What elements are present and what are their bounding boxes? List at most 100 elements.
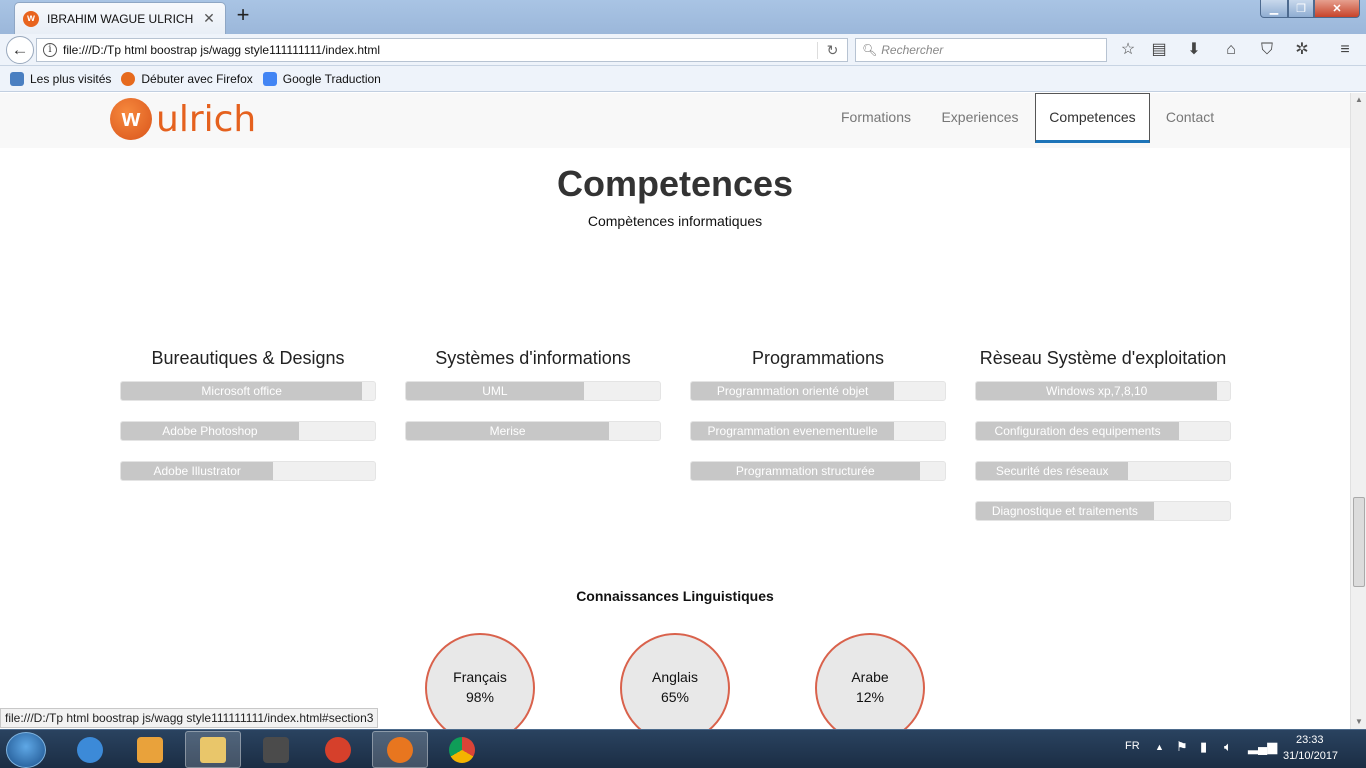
download-icon[interactable]: ⬇ bbox=[1183, 40, 1205, 60]
volume-icon[interactable]: 🔈︎ bbox=[1224, 739, 1232, 755]
tab-close-icon[interactable]: ✕ bbox=[201, 10, 217, 27]
bookmark-most-visited[interactable]: Les plus visités bbox=[10, 71, 112, 86]
skill-bar: Programmation evenementuelle bbox=[690, 421, 946, 441]
skill-column: Bureautiques & Designs Microsoft office Ad… bbox=[120, 347, 376, 481]
browser-tab[interactable]: w IBRAHIM WAGUE ULRICH ✕ bbox=[14, 2, 226, 34]
menu-icon[interactable]: ≡ bbox=[1334, 40, 1356, 60]
browser-titlebar: w IBRAHIM WAGUE ULRICH ✕ + ▁ ❐ ✕ bbox=[0, 0, 1366, 34]
back-button[interactable]: ← bbox=[6, 36, 34, 64]
sublime-text-icon bbox=[263, 736, 289, 763]
window-close-button[interactable]: ✕ bbox=[1314, 0, 1360, 18]
language-name: Français bbox=[453, 669, 507, 685]
search-input[interactable]: 🔍︎ Rechercher bbox=[855, 38, 1107, 62]
skill-group-title: Bureautiques & Designs bbox=[151, 348, 345, 368]
skill-group-title: Rèseau Système d'exploitation bbox=[979, 348, 1227, 368]
action-center-icon[interactable]: ⚑ bbox=[1176, 739, 1188, 755]
section-subtitle: Compètences informatiques bbox=[587, 213, 763, 229]
taskbar-chrome[interactable] bbox=[434, 731, 490, 768]
page-scrollbar[interactable]: ▲ ▼ bbox=[1350, 93, 1366, 729]
app-icon bbox=[325, 736, 351, 763]
reload-icon[interactable]: ↻ bbox=[817, 41, 847, 59]
bookmark-google-translate[interactable]: Google Traduction bbox=[262, 71, 381, 86]
language-indicator[interactable]: FR bbox=[1125, 740, 1140, 752]
skill-bar: Adobe Illustrator bbox=[120, 461, 376, 481]
skill-bar: Diagnostique et traitements bbox=[975, 501, 1231, 521]
address-bar[interactable]: i file:///D:/Tp html boostrap js/wagg st… bbox=[36, 38, 848, 62]
media-player-icon bbox=[137, 736, 163, 763]
pocket-icon[interactable]: ⛉ bbox=[1256, 40, 1278, 60]
scroll-up-icon[interactable]: ▲ bbox=[1351, 93, 1366, 107]
skill-label: Adobe Illustrator bbox=[153, 464, 241, 478]
info-icon[interactable]: i bbox=[43, 43, 57, 57]
taskbar-sublime[interactable] bbox=[248, 731, 304, 768]
bookmark-firefox[interactable]: Débuter avec Firefox bbox=[121, 71, 253, 86]
nav-experiences[interactable]: Experiences bbox=[932, 93, 1028, 142]
skill-group-title: Systèmes d'informations bbox=[435, 348, 631, 368]
skill-bar: UML bbox=[405, 381, 661, 401]
start-button[interactable] bbox=[6, 732, 46, 768]
skill-column: Rèseau Système d'exploitation Windows xp,… bbox=[975, 347, 1231, 521]
window-maximize-button[interactable]: ❐ bbox=[1288, 0, 1314, 18]
skill-label: Configuration des equipements bbox=[994, 424, 1161, 438]
windows-taskbar: FR ▲ ⚑ ▮ 🔈︎ ▂▄▆ 23:33 31/10/2017 bbox=[0, 729, 1366, 768]
bookmark-label: Les plus visités bbox=[30, 71, 112, 86]
bookmark-star-icon[interactable]: ☆ bbox=[1117, 40, 1139, 60]
browser-navbar: ← i file:///D:/Tp html boostrap js/wagg … bbox=[0, 34, 1366, 66]
language-circle: Français 98% bbox=[425, 633, 535, 729]
firefox-icon bbox=[387, 736, 413, 763]
language-level: 12% bbox=[855, 689, 885, 705]
scroll-down-icon[interactable]: ▼ bbox=[1351, 715, 1366, 729]
tray-expand-icon[interactable]: ▲ bbox=[1155, 742, 1164, 752]
power-icon[interactable]: ▮ bbox=[1200, 739, 1207, 755]
home-icon[interactable]: ⌂ bbox=[1220, 40, 1242, 60]
taskbar-firefox[interactable] bbox=[372, 731, 428, 768]
skill-label: Programmation structurée bbox=[735, 464, 875, 478]
extension-icon[interactable]: ✲ bbox=[1291, 40, 1313, 60]
skill-label: UML bbox=[482, 384, 508, 398]
taskbar-ie[interactable] bbox=[62, 731, 118, 768]
folder-icon bbox=[200, 736, 226, 763]
logo-text: ulrich bbox=[156, 98, 257, 140]
nav-contact[interactable]: Contact bbox=[1158, 93, 1222, 142]
site-favicon-icon: w bbox=[23, 10, 39, 27]
network-icon[interactable]: ▂▄▆ bbox=[1248, 739, 1277, 755]
skill-label: Microsoft office bbox=[201, 384, 282, 398]
chrome-icon bbox=[449, 736, 475, 763]
search-icon: 🔍︎ bbox=[862, 43, 878, 57]
window-minimize-button[interactable]: ▁ bbox=[1260, 0, 1288, 18]
language-circle: Arabe 12% bbox=[815, 633, 925, 729]
taskbar-explorer[interactable] bbox=[185, 731, 241, 768]
google-translate-icon bbox=[262, 71, 277, 86]
status-bar: file:///D:/Tp html boostrap js/wagg styl… bbox=[0, 708, 379, 728]
site-header: w ulrich Formations Experiences Competen… bbox=[0, 93, 1350, 148]
url-text[interactable]: file:///D:/Tp html boostrap js/wagg styl… bbox=[63, 43, 817, 57]
scroll-thumb[interactable] bbox=[1353, 497, 1365, 587]
tab-title: IBRAHIM WAGUE ULRICH bbox=[47, 11, 194, 26]
skill-label: Merise bbox=[489, 424, 526, 438]
bookmarks-bar: Les plus visités Débuter avec Firefox Go… bbox=[0, 66, 1366, 92]
reading-list-icon[interactable]: ▤ bbox=[1148, 40, 1170, 60]
site-logo[interactable]: w ulrich bbox=[110, 98, 256, 140]
section-title: Competences bbox=[556, 163, 794, 204]
new-tab-button[interactable]: + bbox=[232, 4, 254, 28]
clock-date[interactable]: 31/10/2017 bbox=[1283, 750, 1338, 762]
skill-label: Programmation evenementuelle bbox=[707, 424, 878, 438]
taskbar-media[interactable] bbox=[122, 731, 178, 768]
skill-bar: Windows xp,7,8,10 bbox=[975, 381, 1231, 401]
language-level: 65% bbox=[660, 689, 690, 705]
clock-time[interactable]: 23:33 bbox=[1296, 734, 1324, 746]
most-visited-icon bbox=[10, 71, 24, 86]
firefox-icon bbox=[121, 71, 136, 86]
skill-bar: Programmation structurée bbox=[690, 461, 946, 481]
search-placeholder: Rechercher bbox=[881, 43, 944, 57]
nav-competences[interactable]: Competences bbox=[1035, 93, 1150, 143]
taskbar-app[interactable] bbox=[310, 731, 366, 768]
nav-formations[interactable]: Formations bbox=[830, 93, 922, 142]
skill-label: Adobe Photoshop bbox=[162, 424, 258, 438]
logo-icon: w bbox=[110, 98, 152, 140]
language-level: 98% bbox=[465, 689, 495, 705]
skill-bar: Securité des réseaux bbox=[975, 461, 1231, 481]
skill-column: Programmations Programmation orienté obje… bbox=[690, 347, 946, 481]
skill-bar: Programmation orienté objet bbox=[690, 381, 946, 401]
skill-column: Systèmes d'informations UML Merise bbox=[405, 347, 661, 441]
